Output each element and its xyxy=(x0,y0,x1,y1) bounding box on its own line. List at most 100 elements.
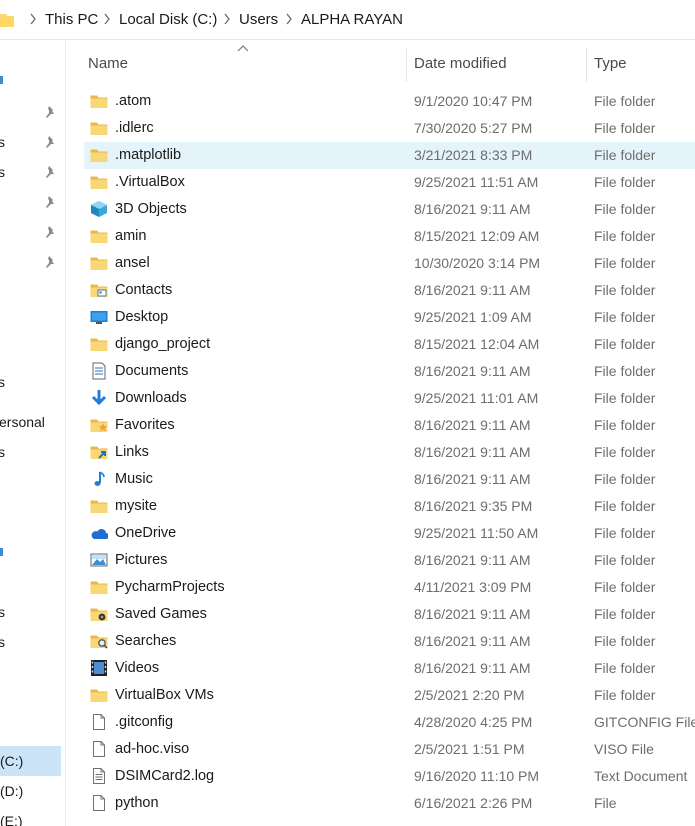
nav-drive-e[interactable]: (E:) xyxy=(0,813,23,826)
file-name[interactable]: amin xyxy=(115,228,146,244)
file-row[interactable]: PycharmProjects 4/11/2021 3:09 PM File fol… xyxy=(84,574,695,601)
file-row[interactable]: Downloads 9/25/2021 11:01 AM File folder xyxy=(84,385,695,412)
file-name[interactable]: ansel xyxy=(115,255,150,271)
file-name[interactable]: VirtualBox VMs xyxy=(115,687,214,703)
nav-item-label[interactable]: s xyxy=(0,134,5,150)
file-row[interactable]: .VirtualBox 9/25/2021 11:51 AM File folder xyxy=(84,169,695,196)
file-type: GITCONFIG File xyxy=(594,714,695,730)
breadcrumb-users[interactable]: Users xyxy=(239,11,278,28)
file-name[interactable]: Videos xyxy=(115,660,159,676)
navigation-pane: s s s ersonal s s s (C:) (D:) (E:) xyxy=(0,40,66,826)
nav-drive-c[interactable]: (C:) xyxy=(0,753,23,769)
chevron-right-icon[interactable] xyxy=(29,13,37,25)
file-name[interactable]: Desktop xyxy=(115,309,168,325)
file-row[interactable]: Music 8/16/2021 9:11 AM File folder xyxy=(84,466,695,493)
file-row[interactable]: ad-hoc.viso 2/5/2021 1:51 PM VISO File xyxy=(84,736,695,763)
file-name[interactable]: Pictures xyxy=(115,552,167,568)
file-name[interactable]: ad-hoc.viso xyxy=(115,741,189,757)
breadcrumb-this-pc[interactable]: This PC xyxy=(45,11,98,28)
file-name[interactable]: .gitconfig xyxy=(115,714,173,730)
file-name[interactable]: .matplotlib xyxy=(115,147,181,163)
file-type: File folder xyxy=(594,687,656,703)
favorites-icon xyxy=(90,419,108,432)
column-type-header[interactable]: Type xyxy=(594,55,627,72)
column-name-header[interactable]: Name xyxy=(88,55,128,72)
file-name[interactable]: Music xyxy=(115,471,153,487)
nav-item-label[interactable]: s xyxy=(0,634,5,650)
file-row[interactable]: python 6/16/2021 2:26 PM File xyxy=(84,790,695,817)
chevron-right-icon[interactable] xyxy=(285,13,293,25)
file-row[interactable]: .atom 9/1/2020 10:47 PM File folder xyxy=(84,88,695,115)
file-name[interactable]: .atom xyxy=(115,93,151,109)
file-row[interactable]: Videos 8/16/2021 9:11 AM File folder xyxy=(84,655,695,682)
file-name[interactable]: Favorites xyxy=(115,417,175,433)
file-row[interactable]: Contacts 8/16/2021 9:11 AM File folder xyxy=(84,277,695,304)
file-row[interactable]: DSIMCard2.log 9/16/2020 11:10 PM Text Docu… xyxy=(84,763,695,790)
column-date-header[interactable]: Date modified xyxy=(414,55,507,72)
file-row[interactable]: 3D Objects 8/16/2021 9:11 AM File folder xyxy=(84,196,695,223)
nav-item-label[interactable]: s xyxy=(0,374,5,390)
file-row[interactable]: Links 8/16/2021 9:11 AM File folder xyxy=(84,439,695,466)
pin-icon[interactable] xyxy=(44,135,58,149)
file-name[interactable]: OneDrive xyxy=(115,525,176,541)
file-type: File folder xyxy=(594,363,656,379)
file-date-modified: 7/30/2020 5:27 PM xyxy=(414,120,533,136)
column-divider[interactable] xyxy=(406,48,407,82)
file-name[interactable]: python xyxy=(115,795,159,811)
file-row[interactable]: Documents 8/16/2021 9:11 AM File folder xyxy=(84,358,695,385)
file-row[interactable]: .matplotlib 3/21/2021 8:33 PM File folder xyxy=(84,142,695,169)
pin-icon[interactable] xyxy=(44,105,58,119)
nav-item-personal[interactable]: ersonal xyxy=(0,414,45,430)
file-type: File folder xyxy=(594,282,656,298)
pin-icon[interactable] xyxy=(44,195,58,209)
file-name[interactable]: Contacts xyxy=(115,282,172,298)
breadcrumb-local-disk[interactable]: Local Disk (C:) xyxy=(119,11,217,28)
file-row[interactable]: OneDrive 9/25/2021 11:50 AM File folder xyxy=(84,520,695,547)
file-date-modified: 8/16/2021 9:35 PM xyxy=(414,498,533,514)
nav-item-label[interactable]: s xyxy=(0,164,5,180)
file-name[interactable]: Saved Games xyxy=(115,606,207,622)
column-divider[interactable] xyxy=(586,48,587,82)
file-row[interactable]: VirtualBox VMs 2/5/2021 2:20 PM File folde… xyxy=(84,682,695,709)
nav-item-label[interactable]: s xyxy=(0,604,5,620)
file-name[interactable]: Links xyxy=(115,444,149,460)
file-name[interactable]: 3D Objects xyxy=(115,201,187,217)
file-name[interactable]: Downloads xyxy=(115,390,187,406)
file-row[interactable]: ansel 10/30/2020 3:14 PM File folder xyxy=(84,250,695,277)
chevron-right-icon[interactable] xyxy=(103,13,111,25)
file-name[interactable]: PycharmProjects xyxy=(115,579,225,595)
file-name[interactable]: mysite xyxy=(115,498,157,514)
text-file-icon xyxy=(93,768,105,784)
videos-icon xyxy=(91,660,107,676)
file-row[interactable]: django_project 8/15/2021 12:04 AM File fol… xyxy=(84,331,695,358)
pin-icon[interactable] xyxy=(44,165,58,179)
pin-icon[interactable] xyxy=(44,255,58,269)
file-name[interactable]: .idlerc xyxy=(115,120,154,136)
file-name[interactable]: .VirtualBox xyxy=(115,174,185,190)
file-row[interactable]: .gitconfig 4/28/2020 4:25 PM GITCONFIG Fil… xyxy=(84,709,695,736)
file-row[interactable]: Desktop 9/25/2021 1:09 AM File folder xyxy=(84,304,695,331)
breadcrumb-current-folder[interactable]: ALPHA RAYAN xyxy=(301,11,403,28)
file-type: File folder xyxy=(594,120,656,136)
chevron-right-icon[interactable] xyxy=(223,13,231,25)
file-date-modified: 9/25/2021 1:09 AM xyxy=(414,309,532,325)
pin-icon[interactable] xyxy=(44,225,58,239)
file-name[interactable]: Documents xyxy=(115,363,188,379)
file-row[interactable]: .idlerc 7/30/2020 5:27 PM File folder xyxy=(84,115,695,142)
file-name[interactable]: Searches xyxy=(115,633,176,649)
nav-drive-d[interactable]: (D:) xyxy=(0,783,23,799)
file-icon xyxy=(93,741,105,757)
file-row[interactable]: mysite 8/16/2021 9:35 PM File folder xyxy=(84,493,695,520)
address-bar[interactable]: This PC Local Disk (C:) Users ALPHA RAYA… xyxy=(0,0,695,40)
file-date-modified: 9/25/2021 11:51 AM xyxy=(414,174,539,190)
file-row[interactable]: amin 8/15/2021 12:09 AM File folder xyxy=(84,223,695,250)
file-name[interactable]: django_project xyxy=(115,336,210,352)
nav-item-label[interactable]: s xyxy=(0,444,5,460)
file-row[interactable]: Searches 8/16/2021 9:11 AM File folder xyxy=(84,628,695,655)
file-date-modified: 9/25/2021 11:01 AM xyxy=(414,390,539,406)
file-date-modified: 8/16/2021 9:11 AM xyxy=(414,444,531,460)
file-name[interactable]: DSIMCard2.log xyxy=(115,768,214,784)
file-row[interactable]: Saved Games 8/16/2021 9:11 AM File folder xyxy=(84,601,695,628)
file-row[interactable]: Pictures 8/16/2021 9:11 AM File folder xyxy=(84,547,695,574)
file-row[interactable]: Favorites 8/16/2021 9:11 AM File folder xyxy=(84,412,695,439)
